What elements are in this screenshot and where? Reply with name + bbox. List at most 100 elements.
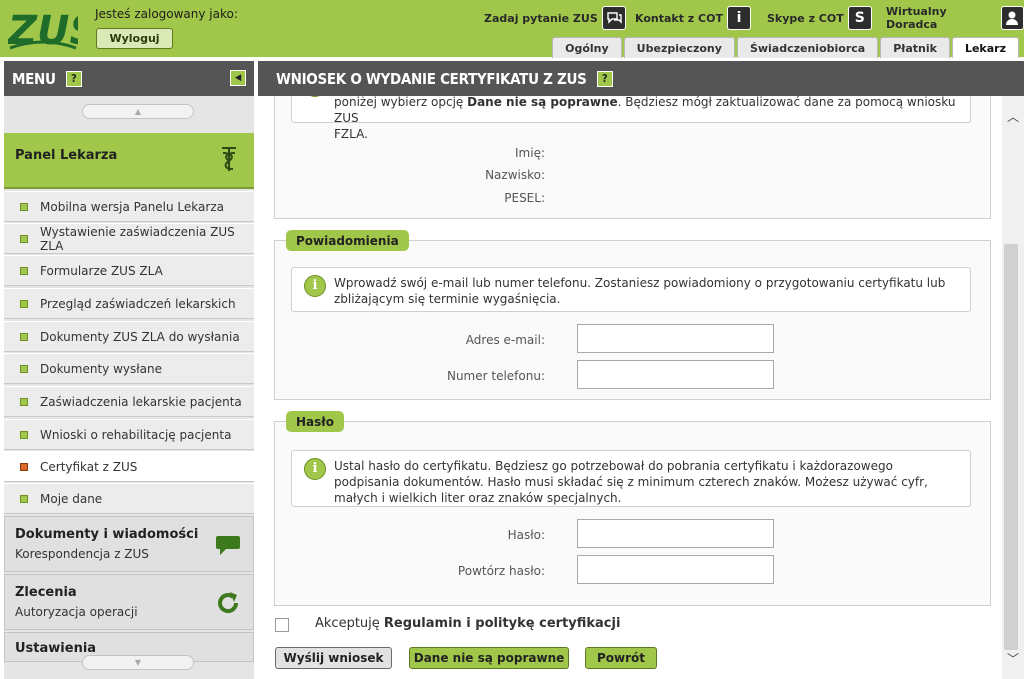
caduceus-icon <box>222 147 236 171</box>
menu-scroll-up-button[interactable]: ▲ <box>82 104 194 119</box>
sidebar-item-review[interactable]: Przegląd zaświadczeń lekarskich <box>4 288 254 319</box>
zus-logo[interactable]: ZUS <box>8 6 78 50</box>
sidebar-item-label: Moje dane <box>40 491 103 506</box>
menu-title: MENU <box>12 69 56 88</box>
password-field[interactable] <box>577 519 774 548</box>
ask-zus-link[interactable]: Zadaj pytanie ZUS <box>484 5 626 31</box>
notifications-legend: Powiadomienia <box>286 230 409 251</box>
ask-zus-label: Zadaj pytanie ZUS <box>484 11 598 25</box>
panel-title: Panel Lekarza <box>15 148 118 163</box>
sidebar-section-documents[interactable]: Dokumenty i wiadomości Korespondencja z … <box>4 516 254 572</box>
skype-cot-label: Skype z COT <box>767 11 844 25</box>
terms-link[interactable]: Regulamin i politykę certyfikacji <box>384 616 621 631</box>
sidebar-item-my-data[interactable]: Moje dane <box>4 483 254 514</box>
section-title: Zlecenia <box>15 585 77 600</box>
menu-help-icon[interactable]: ? <box>65 70 82 87</box>
last-name-label: Nazwisko: <box>485 168 545 182</box>
contact-cot-link[interactable]: Kontakt z COT i <box>635 5 751 31</box>
sidebar-item-label: Wnioski o rehabilitację pacjenta <box>40 427 232 442</box>
identity-info-line2: FZLA. <box>334 127 368 141</box>
tab-platnik[interactable]: Płatnik <box>880 37 950 58</box>
tab-ubezpieczony[interactable]: Ubezpieczony <box>623 37 735 58</box>
phone-field[interactable] <box>577 360 774 389</box>
sidebar-item-label: Dokumenty ZUS ZLA do wysłania <box>40 329 240 344</box>
sidebar-item-to-send[interactable]: Dokumenty ZUS ZLA do wysłania <box>4 321 254 352</box>
sidebar-item-label: Zaświadczenia lekarskie pacjenta <box>40 394 242 409</box>
sidebar-item-label: Mobilna wersja Panelu Lekarza <box>40 199 224 214</box>
first-name-label: Imię: <box>515 146 545 160</box>
person-icon <box>1000 6 1024 30</box>
sidebar-item-rehab[interactable]: Wnioski o rehabilitację pacjenta <box>4 419 254 450</box>
notifications-info-box: i Wprowadź swój e-mail lub numer telefon… <box>291 267 971 312</box>
repeat-password-field[interactable] <box>577 555 774 584</box>
send-request-button[interactable]: Wyślij wniosek <box>275 647 392 669</box>
virtual-advisor-link[interactable]: Wirtualny Doradca <box>886 5 1024 31</box>
repeat-password-label: Powtórz hasło: <box>457 564 545 578</box>
sidebar-item-label: Formularze ZUS ZLA <box>40 263 163 278</box>
sidebar-item-label: Przegląd zaświadczeń lekarskich <box>40 296 236 311</box>
scroll-down-icon[interactable]: ﹀ <box>1006 652 1020 666</box>
sidebar-item-sent[interactable]: Dokumenty wysłane <box>4 353 254 384</box>
bullet-icon <box>20 397 28 406</box>
identity-info-box: i poniżej wybierz opcję Dane nie są popr… <box>291 96 971 141</box>
section-title: Dokumenty i wiadomości <box>15 527 199 542</box>
bullet-icon <box>20 266 28 275</box>
chat-icon <box>601 6 626 30</box>
menu-scroll-down-button[interactable]: ▼ <box>82 655 194 670</box>
sidebar-item-forms[interactable]: Formularze ZUS ZLA <box>4 255 254 286</box>
accept-terms-label[interactable]: Akceptuję Regulamin i politykę certyfika… <box>315 616 620 631</box>
section-subtitle: Autoryzacja operacji <box>15 605 138 619</box>
skype-cot-link[interactable]: Skype z COT S <box>767 5 872 31</box>
skype-icon: S <box>847 6 872 30</box>
menu-header: MENU ? ◀ <box>4 61 254 96</box>
main-scrollbar[interactable]: ︿ ﹀ <box>1002 96 1024 679</box>
tab-ogolny[interactable]: Ogólny <box>552 37 622 58</box>
bullet-icon <box>20 364 28 373</box>
tab-lekarz[interactable]: Lekarz <box>951 37 1019 58</box>
section-title: Ustawienia <box>15 641 97 656</box>
tab-swiadczeniobiorca[interactable]: Świadczeniobiorca <box>736 37 879 58</box>
email-field[interactable] <box>577 324 774 353</box>
pesel-label: PESEL: <box>504 191 545 205</box>
sidebar-item-certificate[interactable]: Certyfikat z ZUS <box>4 451 254 482</box>
bullet-icon <box>20 202 28 211</box>
bullet-icon <box>20 234 28 243</box>
bullet-icon <box>20 299 28 308</box>
email-label: Adres e-mail: <box>465 333 545 347</box>
page-title-bar: WNIOSEK O WYDANIE CERTYFIKATU Z ZUS ? <box>258 61 1024 96</box>
sidebar-item-issue-zla[interactable]: Wystawienie zaświadczenia ZUS ZLA <box>4 223 254 254</box>
sidebar-item-label: Dokumenty wysłane <box>40 361 162 376</box>
password-info-box: i Ustal hasło do certyfikatu. Będziesz g… <box>291 450 971 507</box>
refresh-icon <box>218 592 239 613</box>
page-title: WNIOSEK O WYDANIE CERTYFIKATU Z ZUS <box>276 69 587 88</box>
sidebar-item-mobile[interactable]: Mobilna wersja Panelu Lekarza <box>4 191 254 222</box>
sidebar-section-orders[interactable]: Zlecenia Autoryzacja operacji <box>4 574 254 630</box>
info-icon: i <box>726 6 751 30</box>
scroll-up-icon[interactable]: ︿ <box>1006 110 1020 124</box>
phone-label: Numer telefonu: <box>446 369 545 383</box>
logout-button[interactable]: Wyloguj <box>96 28 173 49</box>
data-incorrect-button[interactable]: Dane nie są poprawne <box>409 647 569 669</box>
password-section: i Ustal hasło do certyfikatu. Będziesz g… <box>274 421 991 606</box>
bullet-icon <box>20 332 28 341</box>
section-subtitle: Korespondencja z ZUS <box>15 547 149 561</box>
info-circle-icon: i <box>304 458 326 480</box>
info-circle-icon: i <box>304 275 326 297</box>
collapse-menu-icon[interactable]: ◀ <box>230 70 246 86</box>
identity-section: i poniżej wybierz opcję Dane nie są popr… <box>274 96 991 219</box>
bullet-icon <box>20 430 28 439</box>
password-label: Hasło: <box>507 528 545 542</box>
panel-lekarza-header[interactable]: Panel Lekarza <box>4 133 254 189</box>
back-button[interactable]: Powrót <box>585 647 657 669</box>
password-info-text: Ustal hasło do certyfikatu. Będziesz go … <box>334 459 928 505</box>
accept-terms-checkbox[interactable] <box>275 618 289 632</box>
scrollbar-thumb[interactable] <box>1004 244 1018 650</box>
info-circle-icon: i <box>304 96 326 97</box>
top-header: ZUS Jesteś zalogowany jako: Wyloguj Zada… <box>0 0 1024 58</box>
sidebar-item-patient-certs[interactable]: Zaświadczenia lekarskie pacjenta <box>4 386 254 417</box>
notifications-section: i Wprowadź swój e-mail lub numer telefon… <box>274 240 991 400</box>
bullet-icon <box>20 462 28 471</box>
form-area: i poniżej wybierz opcję Dane nie są popr… <box>258 96 1002 679</box>
bullet-icon <box>20 494 28 503</box>
page-help-icon[interactable]: ? <box>596 70 613 87</box>
